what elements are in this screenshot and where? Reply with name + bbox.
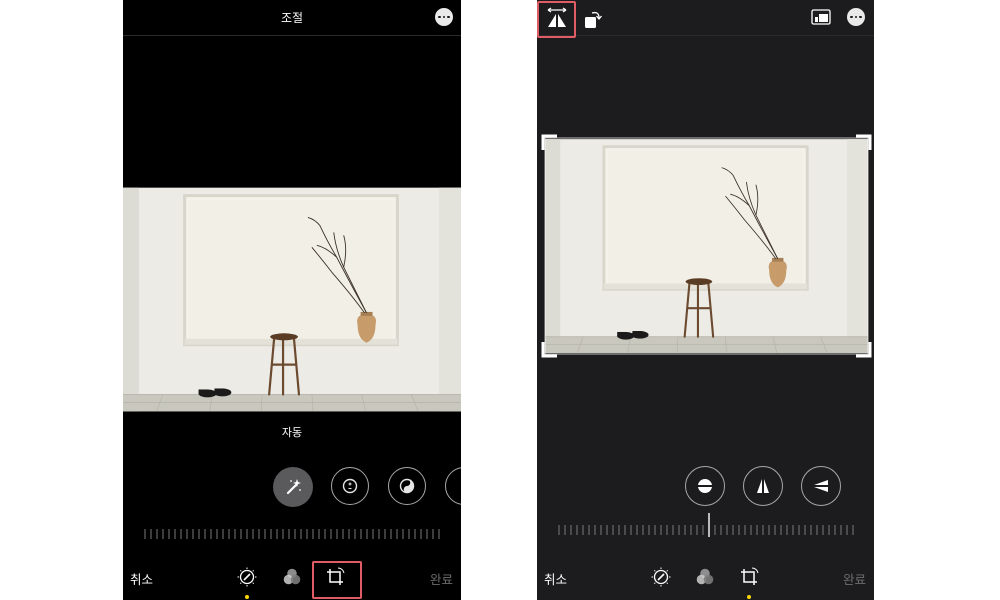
divider: [537, 35, 874, 36]
cancel-button[interactable]: 취소: [544, 569, 567, 588]
more-options-icon[interactable]: [847, 8, 865, 26]
active-tab-indicator: [245, 595, 249, 599]
exposure-button[interactable]: [331, 467, 369, 505]
bottom-toolbar: 취소 완료: [537, 556, 874, 600]
magic-wand-icon: [286, 479, 301, 495]
done-button[interactable]: 완료: [843, 569, 866, 588]
adjust-dial-icon: [237, 567, 257, 587]
horizontal-perspective-button[interactable]: [801, 466, 841, 506]
rotation-slider[interactable]: [557, 513, 857, 537]
exposure-icon: [342, 478, 358, 494]
adjustment-slider[interactable]: [143, 527, 443, 541]
tab-filters[interactable]: [279, 564, 305, 590]
top-bar: [537, 0, 874, 36]
tab-crop[interactable]: [736, 564, 762, 590]
adjust-dial-icon: [651, 567, 671, 587]
more-options-icon[interactable]: [435, 8, 453, 26]
aspect-ratio-icon: [811, 9, 831, 25]
crop-rotate-icon: [741, 567, 759, 585]
bottom-toolbar: 취소 완료: [123, 556, 461, 600]
vertical-perspective-icon: [757, 479, 769, 493]
rotate-button[interactable]: [581, 6, 605, 32]
straighten-button[interactable]: [685, 466, 725, 506]
top-bar: 조절: [123, 0, 461, 36]
tab-adjust[interactable]: [234, 564, 260, 590]
photo-preview: [123, 187, 461, 412]
crop-frame[interactable]: [541, 134, 872, 358]
rotate-icon: [585, 11, 602, 28]
auto-magic-wand-button[interactable]: [273, 467, 313, 507]
screen-title: 조절: [280, 11, 304, 25]
filters-icon: [283, 568, 301, 585]
adjust-screen: 조절 자동 취소 완료: [123, 0, 461, 600]
crop-tab-highlight: [312, 561, 362, 599]
flip-button-highlight: [537, 1, 576, 38]
brilliance-icon: [399, 478, 415, 494]
brilliance-button[interactable]: [388, 467, 426, 505]
straighten-icon: [697, 479, 713, 493]
tab-adjust[interactable]: [648, 564, 674, 590]
done-button[interactable]: 완료: [430, 569, 453, 588]
aspect-ratio-button[interactable]: [810, 8, 832, 26]
vertical-perspective-button[interactable]: [743, 466, 783, 506]
horizontal-perspective-icon: [814, 480, 828, 492]
auto-label: 자동: [281, 427, 303, 439]
filters-icon: [696, 568, 714, 585]
crop-screen: 취소 완료: [537, 0, 874, 600]
divider: [123, 35, 461, 36]
active-tab-indicator: [747, 595, 751, 599]
cancel-button[interactable]: 취소: [130, 569, 153, 588]
next-tool-button[interactable]: [445, 467, 461, 505]
tab-filters[interactable]: [692, 564, 718, 590]
